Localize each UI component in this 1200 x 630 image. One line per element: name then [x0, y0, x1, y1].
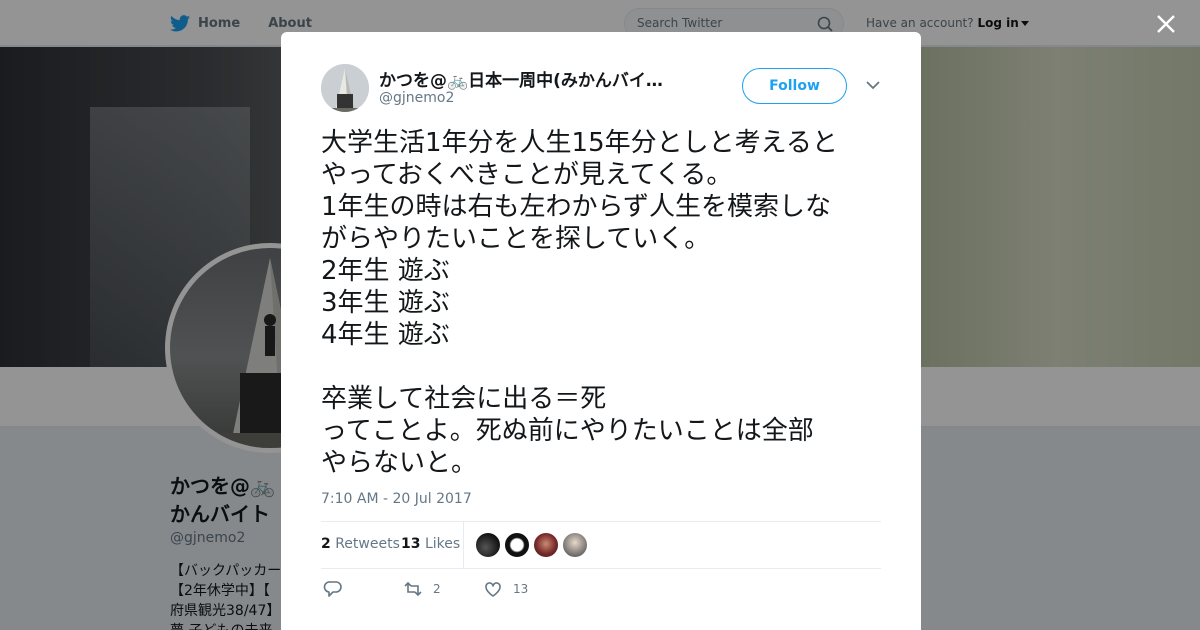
liker-avatar[interactable] — [562, 532, 588, 558]
tweet-timestamp[interactable]: 7:10 AM - 20 Jul 2017 — [321, 491, 472, 507]
tweet-modal: かつを@🚲日本一周中(みかんバイ… @gjnemo2 Follow 大学生活1年… — [281, 32, 921, 630]
stats-divider — [463, 522, 464, 568]
liker-avatars — [475, 532, 591, 558]
tweet-actions: 2 13 — [321, 580, 881, 602]
retweets-stat[interactable]: 2 Retweets — [321, 536, 400, 552]
retweet-icon — [404, 581, 422, 597]
author-avatar[interactable] — [321, 64, 369, 112]
reply-button[interactable] — [323, 580, 353, 598]
author-name[interactable]: かつを@🚲日本一周中(みかんバイ… — [379, 66, 689, 91]
like-action-count: 13 — [513, 582, 529, 596]
likes-count: 13 — [401, 536, 421, 552]
retweet-action-count: 2 — [433, 582, 441, 596]
retweet-button[interactable]: 2 — [403, 580, 441, 598]
retweets-count: 2 — [321, 536, 331, 552]
liker-avatar[interactable] — [475, 532, 501, 558]
liker-avatar[interactable] — [504, 532, 530, 558]
liker-avatar[interactable] — [533, 532, 559, 558]
heart-icon — [485, 582, 501, 597]
close-icon[interactable] — [1154, 12, 1178, 36]
reply-icon — [323, 581, 342, 597]
monument-thumbnail — [321, 64, 369, 112]
tweet-stats: 2 Retweets 13 Likes — [321, 521, 881, 569]
author-handle[interactable]: @gjnemo2 — [379, 90, 454, 106]
tweet-text: 大学生活1年分を人生15年分としと考えると やっておくべきことが見えてくる。 1… — [321, 128, 838, 478]
likes-label: Likes — [424, 536, 461, 552]
like-button[interactable]: 13 — [483, 580, 528, 598]
retweets-label: Retweets — [335, 536, 400, 552]
follow-button[interactable]: Follow — [742, 68, 847, 104]
likes-stat[interactable]: 13 Likes — [401, 536, 460, 552]
chevron-down-icon[interactable] — [866, 80, 880, 90]
